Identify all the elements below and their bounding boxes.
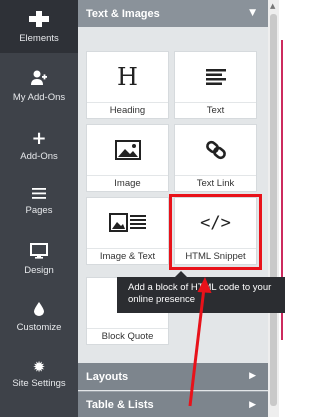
- annotation-arrow: [188, 277, 212, 407]
